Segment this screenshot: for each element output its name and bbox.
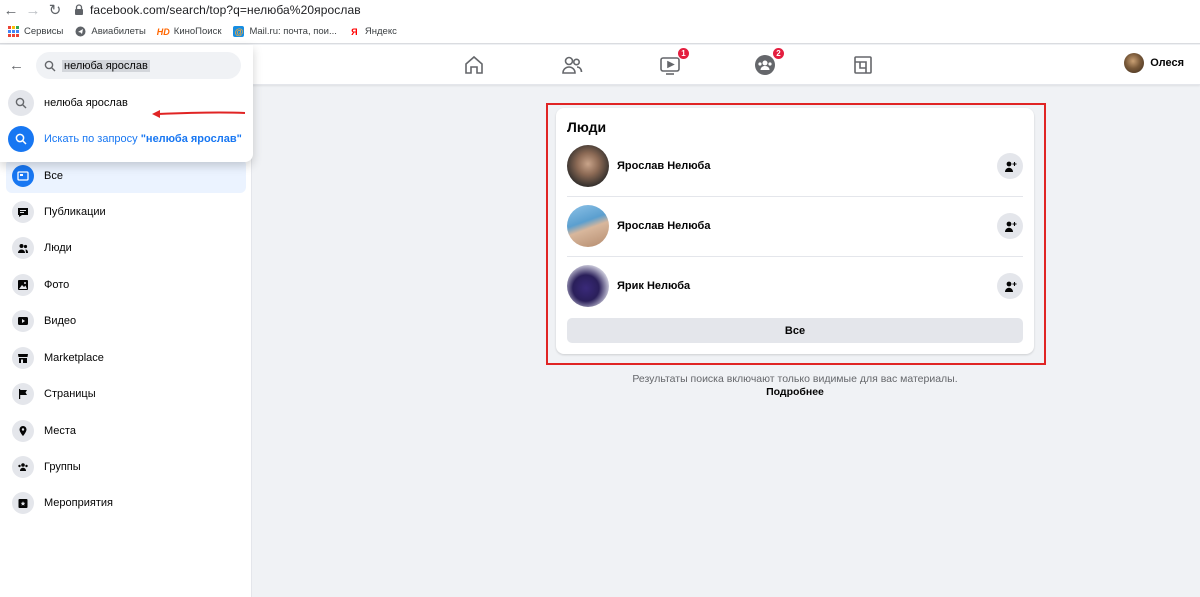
person-name[interactable]: Ярослав Нелюба (617, 220, 997, 232)
address-bar[interactable]: facebook.com/search/top?q=нелюба%20яросл… (90, 3, 361, 17)
filter-all[interactable]: Все (6, 159, 246, 193)
person-result[interactable]: Ярослав Нелюба (567, 137, 1023, 195)
search-query-text[interactable]: нелюба ярослав (62, 59, 150, 72)
avatar[interactable] (567, 205, 609, 247)
apps-grid-icon (8, 26, 19, 37)
kinopoisk-icon: HD (156, 26, 170, 37)
browser-toolbar: ← → ↻ facebook.com/search/top?q=нелюба%2… (0, 0, 1200, 20)
person-result[interactable]: Ярик Нелюба (567, 257, 1023, 315)
events-icon (12, 492, 34, 514)
filter-people[interactable]: Люди (6, 231, 246, 265)
person-name[interactable]: Ярослав Нелюба (617, 160, 997, 172)
people-icon (12, 237, 34, 259)
marketplace-icon (12, 347, 34, 369)
avatar (1124, 53, 1145, 73)
add-friend-button[interactable] (997, 273, 1023, 299)
avatar[interactable] (567, 145, 609, 187)
bookmarks-bar: Сервисы Авиабилеты HD КиноПоиск @ Mail.r… (0, 20, 1200, 44)
see-all-button[interactable]: Все (567, 318, 1023, 343)
search-icon (44, 60, 56, 71)
search-suggestion[interactable]: нелюба ярослав (8, 87, 248, 119)
bookmark-avia[interactable]: Авиабилеты (75, 26, 146, 37)
posts-icon (12, 201, 34, 223)
photo-icon (12, 274, 34, 296)
plane-icon (75, 26, 86, 37)
search-icon (8, 126, 34, 152)
person-name[interactable]: Ярик Нелюба (617, 280, 997, 292)
add-friend-button[interactable] (997, 153, 1023, 179)
section-title: Люди (567, 119, 607, 135)
forward-arrow-icon[interactable]: → (22, 0, 44, 20)
filter-groups[interactable]: Группы (6, 450, 246, 484)
bookmark-services[interactable]: Сервисы (8, 26, 63, 37)
groups-icon (12, 456, 34, 478)
profile-button[interactable]: Олеся (1124, 53, 1184, 73)
person-result[interactable]: Ярослав Нелюба (567, 197, 1023, 255)
back-arrow-icon[interactable]: ← (9, 57, 24, 74)
search-dropdown: ← нелюба ярослав нелюба ярослав Искать п… (0, 45, 253, 162)
groups-icon[interactable]: 2 (753, 47, 785, 77)
add-friend-icon (1004, 221, 1016, 232)
filter-pages[interactable]: Страницы (6, 377, 246, 411)
watch-notification-badge: 1 (677, 47, 690, 60)
add-friend-icon (1004, 281, 1016, 292)
pages-flag-icon (12, 383, 34, 405)
search-input[interactable]: нелюба ярослав (36, 52, 241, 79)
back-arrow-icon[interactable]: ← (0, 0, 22, 20)
filter-marketplace[interactable]: Marketplace (6, 341, 246, 375)
mailru-icon: @ (233, 26, 245, 37)
home-icon[interactable] (462, 53, 486, 77)
reload-icon[interactable]: ↻ (44, 0, 66, 20)
watch-video-icon[interactable]: 1 (658, 47, 690, 77)
profile-name: Олеся (1150, 57, 1184, 69)
add-friend-icon (1004, 161, 1016, 172)
search-icon (8, 90, 34, 116)
bookmark-kinopoisk[interactable]: HD КиноПоиск (156, 26, 222, 37)
bookmark-mailru[interactable]: @ Mail.ru: почта, пои... (233, 26, 337, 37)
learn-more-link[interactable]: Подробнее (556, 386, 1034, 398)
all-results-icon (12, 165, 34, 187)
filter-photos[interactable]: Фото (6, 268, 246, 302)
bookmark-yandex[interactable]: Я Яндекс (349, 26, 397, 37)
gaming-icon[interactable] (851, 53, 875, 77)
add-friend-button[interactable] (997, 213, 1023, 239)
location-pin-icon (12, 420, 34, 442)
people-results-card: Люди Ярослав Нелюба Ярослав Нелюба Ярик … (556, 108, 1034, 354)
yandex-icon: Я (351, 26, 358, 37)
filter-places[interactable]: Места (6, 414, 246, 448)
filter-events[interactable]: Мероприятия (6, 486, 246, 520)
video-icon (12, 310, 34, 332)
groups-notification-badge: 2 (772, 47, 785, 60)
search-visibility-note: Результаты поиска включают только видимы… (632, 373, 958, 385)
lock-icon[interactable] (72, 3, 86, 17)
filter-posts[interactable]: Публикации (6, 195, 246, 229)
avatar[interactable] (567, 265, 609, 307)
filter-video[interactable]: Видео (6, 304, 246, 338)
search-for-query[interactable]: Искать по запросу "нелюба ярослав" (8, 123, 248, 155)
friends-icon[interactable] (560, 53, 584, 77)
